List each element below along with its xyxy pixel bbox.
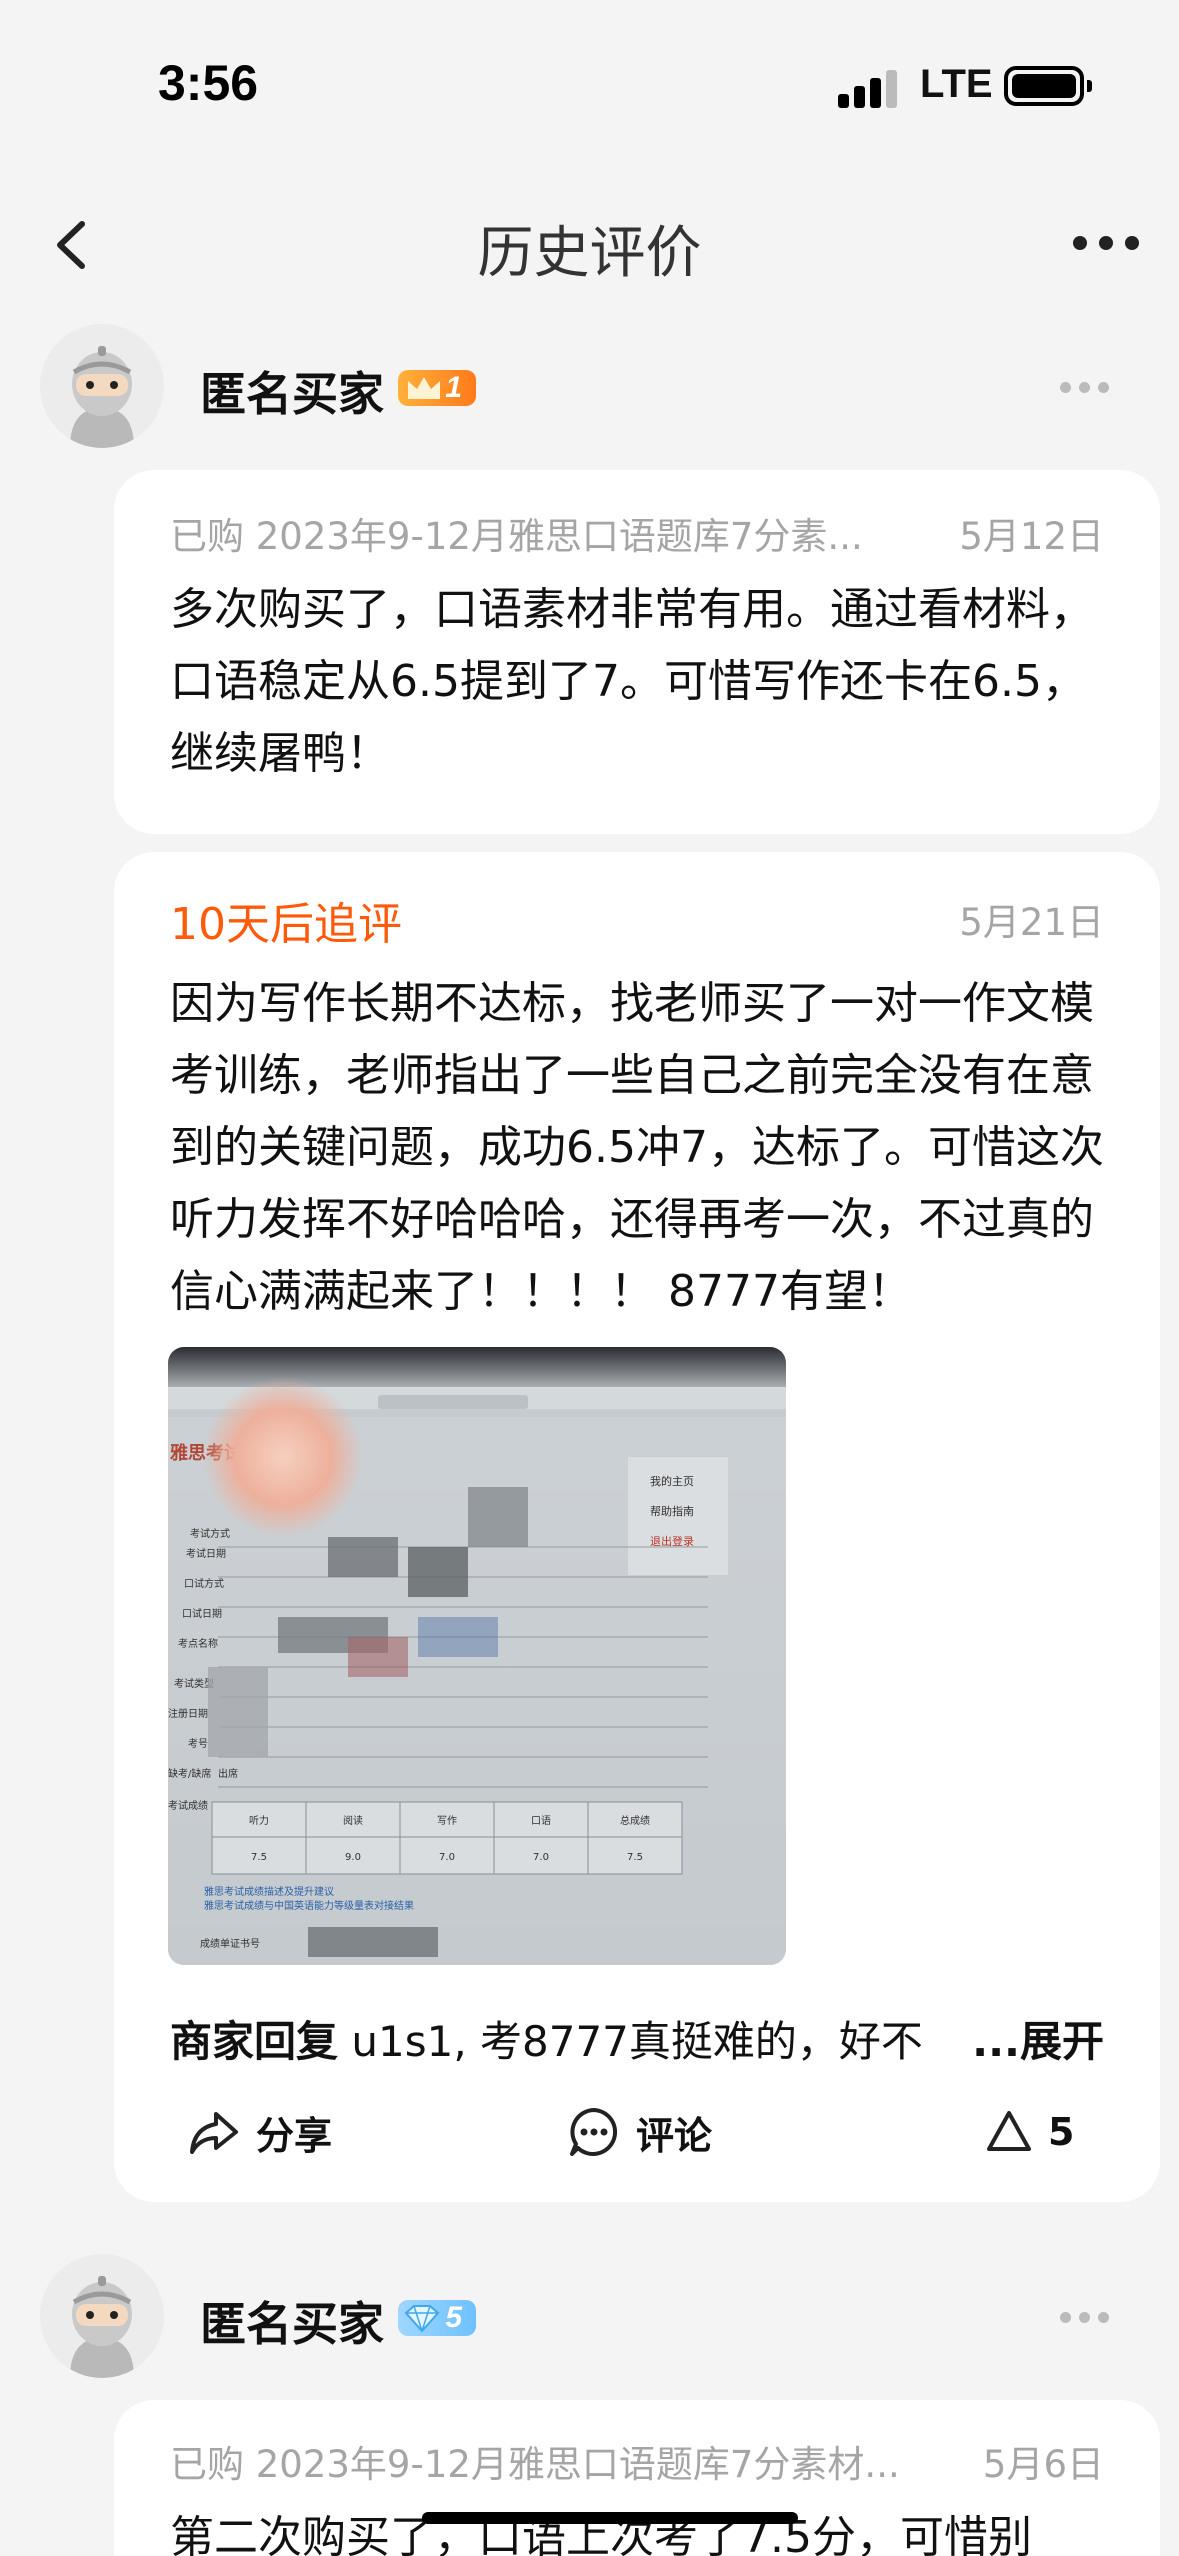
review-date: 5月6日 xyxy=(982,2443,1104,2486)
action-bar: 分享 评论 5 xyxy=(114,2092,1160,2172)
like-button[interactable]: 5 xyxy=(984,2092,1074,2172)
status-time: 3:56 xyxy=(158,55,259,111)
review-card: 已购 2023年9-12月雅思口语题库7分素... 5月12日 多次购买了，口语… xyxy=(114,470,1160,834)
battery-icon xyxy=(1004,66,1092,106)
badge-level: 1 xyxy=(445,371,462,404)
review-text: 第二次购买了，口语上次考了7.5分，可惜别 xyxy=(170,2512,1032,2556)
comment-button[interactable]: 评论 xyxy=(566,2092,712,2172)
signal-icon xyxy=(838,68,898,108)
share-button[interactable]: 分享 xyxy=(186,2092,332,2172)
followup-text: 因为写作长期不达标，找老师买了一对一作文模考训练，老师指出了一些自己之前完全没有… xyxy=(170,978,1104,1317)
review-card: 已购 2023年9-12月雅思口语题库7分素材... 5月6日 第二次购买了，口… xyxy=(114,2400,1160,2556)
level-badge: 5 xyxy=(398,2300,476,2336)
review-text: 多次购买了，口语素材非常有用。通过看材料，口语稳定从6.5提到了7。可惜写作还卡… xyxy=(170,584,1094,779)
avatar[interactable] xyxy=(40,324,164,448)
avatar-ninja-icon xyxy=(40,2254,164,2378)
avatar-ninja-icon xyxy=(40,324,164,448)
merchant-reply-text: u1s1, 考8777真挺难的，好不 xyxy=(351,2017,923,2066)
user-name: 匿名买家 xyxy=(200,2297,384,2351)
review-date: 5月12日 xyxy=(959,515,1104,558)
like-icon xyxy=(987,2111,1031,2151)
followup-date: 5月21日 xyxy=(959,901,1104,944)
more-icon[interactable] xyxy=(1073,228,1139,256)
expand-button[interactable]: ...展开 xyxy=(966,2008,1104,2069)
merchant-reply-label: 商家回复 xyxy=(170,2017,339,2066)
review-more-icon[interactable] xyxy=(1060,382,1110,396)
comment-label: 评论 xyxy=(636,2113,713,2158)
review-photo[interactable]: 我的主页 帮助指南 退出登录 雅思考试报名网站 考试方式 考试日期 口试方式 口… xyxy=(168,1347,786,1965)
merchant-reply[interactable]: 商家回复 u1s1, 考8777真挺难的，好不 ...展开 xyxy=(170,2008,1104,2069)
comment-icon xyxy=(570,2108,618,2156)
level-badge: 1 xyxy=(398,370,476,406)
share-label: 分享 xyxy=(256,2113,333,2158)
home-indicator[interactable] xyxy=(422,2512,798,2524)
followup-card: 10天后追评 5月21日 因为写作长期不达标，找老师买了一对一作文模考训练，老师… xyxy=(114,852,1160,2202)
score-screenshot-image: 我的主页 帮助指南 退出登录 雅思考试报名网站 考试方式 考试日期 口试方式 口… xyxy=(168,1347,786,1965)
nav-bar: 历史评价 xyxy=(0,180,1179,310)
diamond-icon xyxy=(404,2305,440,2333)
avatar[interactable] xyxy=(40,2254,164,2378)
followup-title: 10天后追评 xyxy=(170,899,402,950)
review-more-icon[interactable] xyxy=(1060,2312,1110,2326)
page-title: 历史评价 xyxy=(477,221,702,286)
like-count: 5 xyxy=(1048,2110,1075,2154)
purchased-item[interactable]: 已购 2023年9-12月雅思口语题库7分素材... xyxy=(170,2434,930,2488)
user-name: 匿名买家 xyxy=(200,367,384,421)
badge-level: 5 xyxy=(445,2301,462,2334)
network-label: LTE xyxy=(920,62,993,106)
share-icon xyxy=(190,2112,238,2154)
status-bar: 3:56 LTE xyxy=(0,0,1179,180)
crown-icon xyxy=(408,377,440,399)
purchased-item[interactable]: 已购 2023年9-12月雅思口语题库7分素... xyxy=(170,506,930,560)
